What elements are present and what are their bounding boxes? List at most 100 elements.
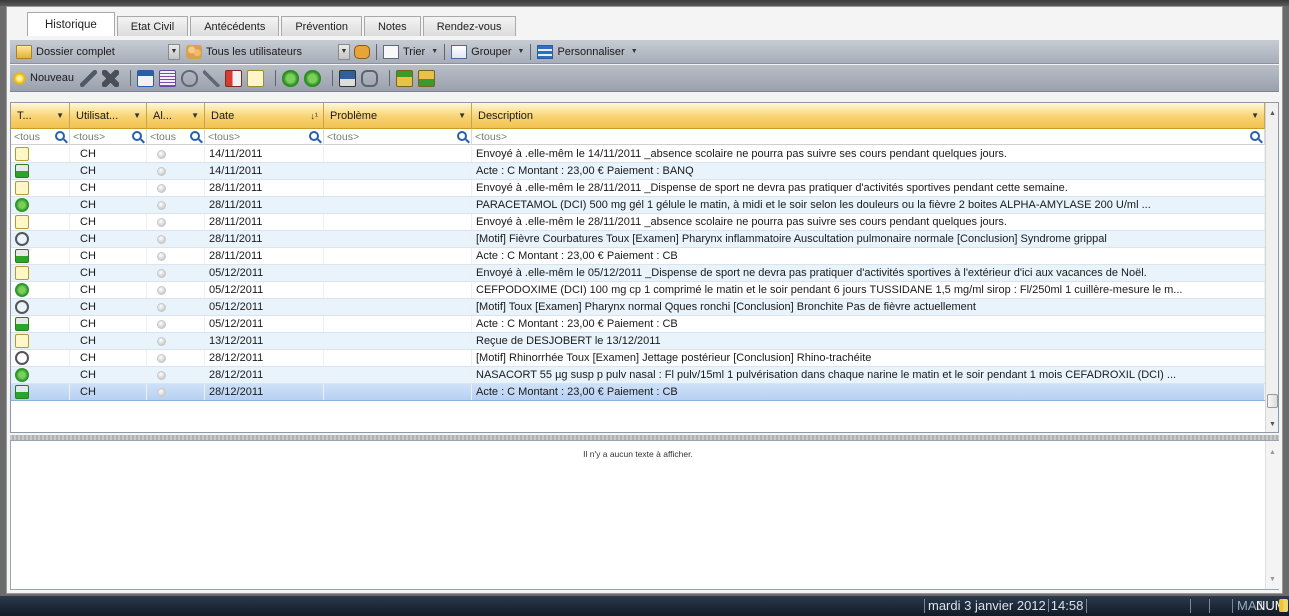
table-row[interactable]: CH 28/11/2011 PARACETAMOL (DCI) 500 mg gél…: [11, 197, 1265, 214]
new-button[interactable]: Nouveau: [12, 70, 74, 86]
users-select[interactable]: Tous les utilisateurs ▼: [186, 43, 350, 61]
search-icon[interactable]: [1250, 131, 1260, 141]
tab-prevention[interactable]: Prévention: [281, 16, 362, 36]
filter-text: <tous>: [73, 131, 106, 143]
table-row[interactable]: CH 28/11/2011 Envoyé à .elle-mêm le 28/11/…: [11, 214, 1265, 231]
sort-label: Trier: [403, 45, 426, 58]
filter-cell-alert[interactable]: <tous: [147, 129, 205, 145]
filter-cell-type[interactable]: <tous: [11, 129, 70, 145]
letter-icon[interactable]: [247, 69, 265, 87]
table-row[interactable]: CH 28/11/2011 [Motif] Fièvre Courbatures T…: [11, 231, 1265, 248]
binoculars-icon[interactable]: [354, 44, 370, 59]
table-row[interactable]: CH 28/12/2011 Acte : C Montant : 23,00 € P…: [11, 384, 1265, 401]
filter-cell-date[interactable]: <tous>: [205, 129, 324, 145]
tab-notes[interactable]: Notes: [363, 16, 421, 36]
scroll-up-icon[interactable]: ▲: [1269, 110, 1276, 117]
delete-icon[interactable]: [102, 69, 120, 87]
filter-cell-problem[interactable]: <tous>: [324, 129, 472, 145]
medic-icon: [15, 283, 29, 297]
group-button[interactable]: Grouper ▼: [451, 44, 524, 59]
table-row[interactable]: CH 28/12/2011 [Motif] Rhinorrhée Toux [Exa…: [11, 350, 1265, 367]
column-header-type[interactable]: T... ▼: [11, 103, 70, 129]
notes-icon[interactable]: [159, 69, 177, 87]
customize-button[interactable]: Personnaliser ▼: [537, 44, 638, 59]
tools-icon[interactable]: [203, 69, 221, 87]
filter-arrow-icon[interactable]: ▼: [56, 111, 64, 120]
medic-icon: [15, 198, 29, 212]
filter-arrow-icon[interactable]: ▼: [1251, 111, 1259, 120]
filter-cell-user[interactable]: <tous>: [70, 129, 147, 145]
tab-label: Etat Civil: [130, 20, 175, 33]
description-cell: Acte : C Montant : 23,00 € Paiement : BA…: [472, 163, 1265, 179]
tab-rendez-vous[interactable]: Rendez-vous: [422, 16, 516, 36]
table-row[interactable]: CH 28/11/2011 Envoyé à .elle-mêm le 28/11/…: [11, 180, 1265, 197]
chevron-down-icon[interactable]: ▼: [338, 43, 350, 60]
search-icon[interactable]: [55, 131, 65, 141]
attachment-icon[interactable]: [361, 69, 379, 87]
scroll-up-icon[interactable]: ▲: [1269, 449, 1276, 456]
scroll-down-icon[interactable]: ▼: [1269, 576, 1276, 583]
sport-icon: [15, 181, 29, 195]
scanner-icon[interactable]: [339, 69, 357, 87]
grid-scrollbar[interactable]: ▲ ▼: [1265, 103, 1278, 432]
chevron-down-icon: ▼: [630, 48, 638, 55]
folder-icon[interactable]: [1279, 599, 1288, 612]
export-icon[interactable]: [418, 69, 436, 87]
column-header-date[interactable]: Date ↓¹: [205, 103, 324, 129]
prescription-icon[interactable]: [282, 69, 300, 87]
edit-pencil-icon[interactable]: [80, 69, 98, 87]
red-document-icon[interactable]: [225, 69, 243, 87]
chevron-down-icon[interactable]: ▼: [168, 43, 180, 60]
filter-arrow-icon[interactable]: ▼: [458, 111, 466, 120]
table-row[interactable]: CH 05/12/2011 Envoyé à .elle-mêm le 05/12/…: [11, 265, 1265, 282]
tab-historique[interactable]: Historique: [27, 12, 115, 36]
preview-scrollbar[interactable]: ▲ ▼: [1265, 441, 1279, 589]
table-row[interactable]: CH 28/12/2011 NASACORT 55 µg susp p pulv n…: [11, 367, 1265, 384]
table-row[interactable]: CH 28/11/2011 Acte : C Montant : 23,00 € P…: [11, 248, 1265, 265]
table-row[interactable]: CH 14/11/2011 Envoyé à .elle-mêm le 14/11/…: [11, 146, 1265, 163]
table-row[interactable]: CH 05/12/2011 CEFPODOXIME (DCI) 100 mg cp …: [11, 282, 1265, 299]
table-row[interactable]: CH 05/12/2011 [Motif] Toux [Examen] Pharyn…: [11, 299, 1265, 316]
search-icon[interactable]: [132, 131, 142, 141]
type-cell: [11, 146, 70, 162]
filter-arrow-icon[interactable]: ▼: [133, 111, 141, 120]
column-header-user[interactable]: Utilisat... ▼: [70, 103, 147, 129]
description-cell: Envoyé à .elle-mêm le 05/12/2011 _Dispen…: [472, 265, 1265, 281]
date-cell: 05/12/2011: [205, 316, 324, 332]
tab-etat-civil[interactable]: Etat Civil: [116, 16, 189, 36]
acte-icon: [15, 164, 29, 178]
date-cell: 05/12/2011: [205, 282, 324, 298]
user-cell: CH: [70, 333, 147, 349]
dossier-select[interactable]: Dossier complet ▼: [16, 43, 180, 61]
column-header-alert[interactable]: Al... ▼: [147, 103, 205, 129]
status-datetime: mardi 3 janvier 2012 14:58: [928, 598, 1083, 613]
alert-cell: [147, 299, 205, 315]
search-icon[interactable]: [190, 131, 200, 141]
table-row[interactable]: CH 14/11/2011 Acte : C Montant : 23,00 € P…: [11, 163, 1265, 180]
filter-cell-description[interactable]: <tous>: [472, 129, 1265, 145]
problem-cell: [324, 231, 472, 247]
alert-dot-icon: [157, 370, 166, 380]
scroll-thumb[interactable]: [1267, 394, 1278, 408]
import-icon[interactable]: [396, 69, 414, 87]
search-icon[interactable]: [457, 131, 467, 141]
filter-arrow-icon[interactable]: ▼: [191, 111, 199, 120]
table-row[interactable]: CH 05/12/2011 Acte : C Montant : 23,00 € P…: [11, 316, 1265, 333]
column-header-description[interactable]: Description ▼: [472, 103, 1265, 129]
prescription-add-icon[interactable]: [304, 69, 322, 87]
alert-dot-icon: [157, 387, 166, 397]
table-row[interactable]: CH 13/12/2011 Reçue de DESJOBERT le 13/12/…: [11, 333, 1265, 350]
scroll-down-icon[interactable]: ▼: [1269, 421, 1276, 428]
stethoscope-icon[interactable]: [181, 69, 199, 87]
tab-antecedents[interactable]: Antécédents: [190, 16, 280, 36]
filter-row: <tous <tous> <tous <tous> <tous> <tous>: [11, 129, 1265, 145]
problem-cell: [324, 248, 472, 264]
alert-dot-icon: [157, 336, 166, 346]
search-icon[interactable]: [309, 131, 319, 141]
tab-label: Antécédents: [204, 20, 266, 33]
html-export-icon[interactable]: [137, 69, 155, 87]
sort-button[interactable]: Trier ▼: [383, 44, 438, 59]
alert-cell: [147, 197, 205, 213]
column-header-problem[interactable]: Problème ▼: [324, 103, 472, 129]
user-cell: CH: [70, 384, 147, 400]
